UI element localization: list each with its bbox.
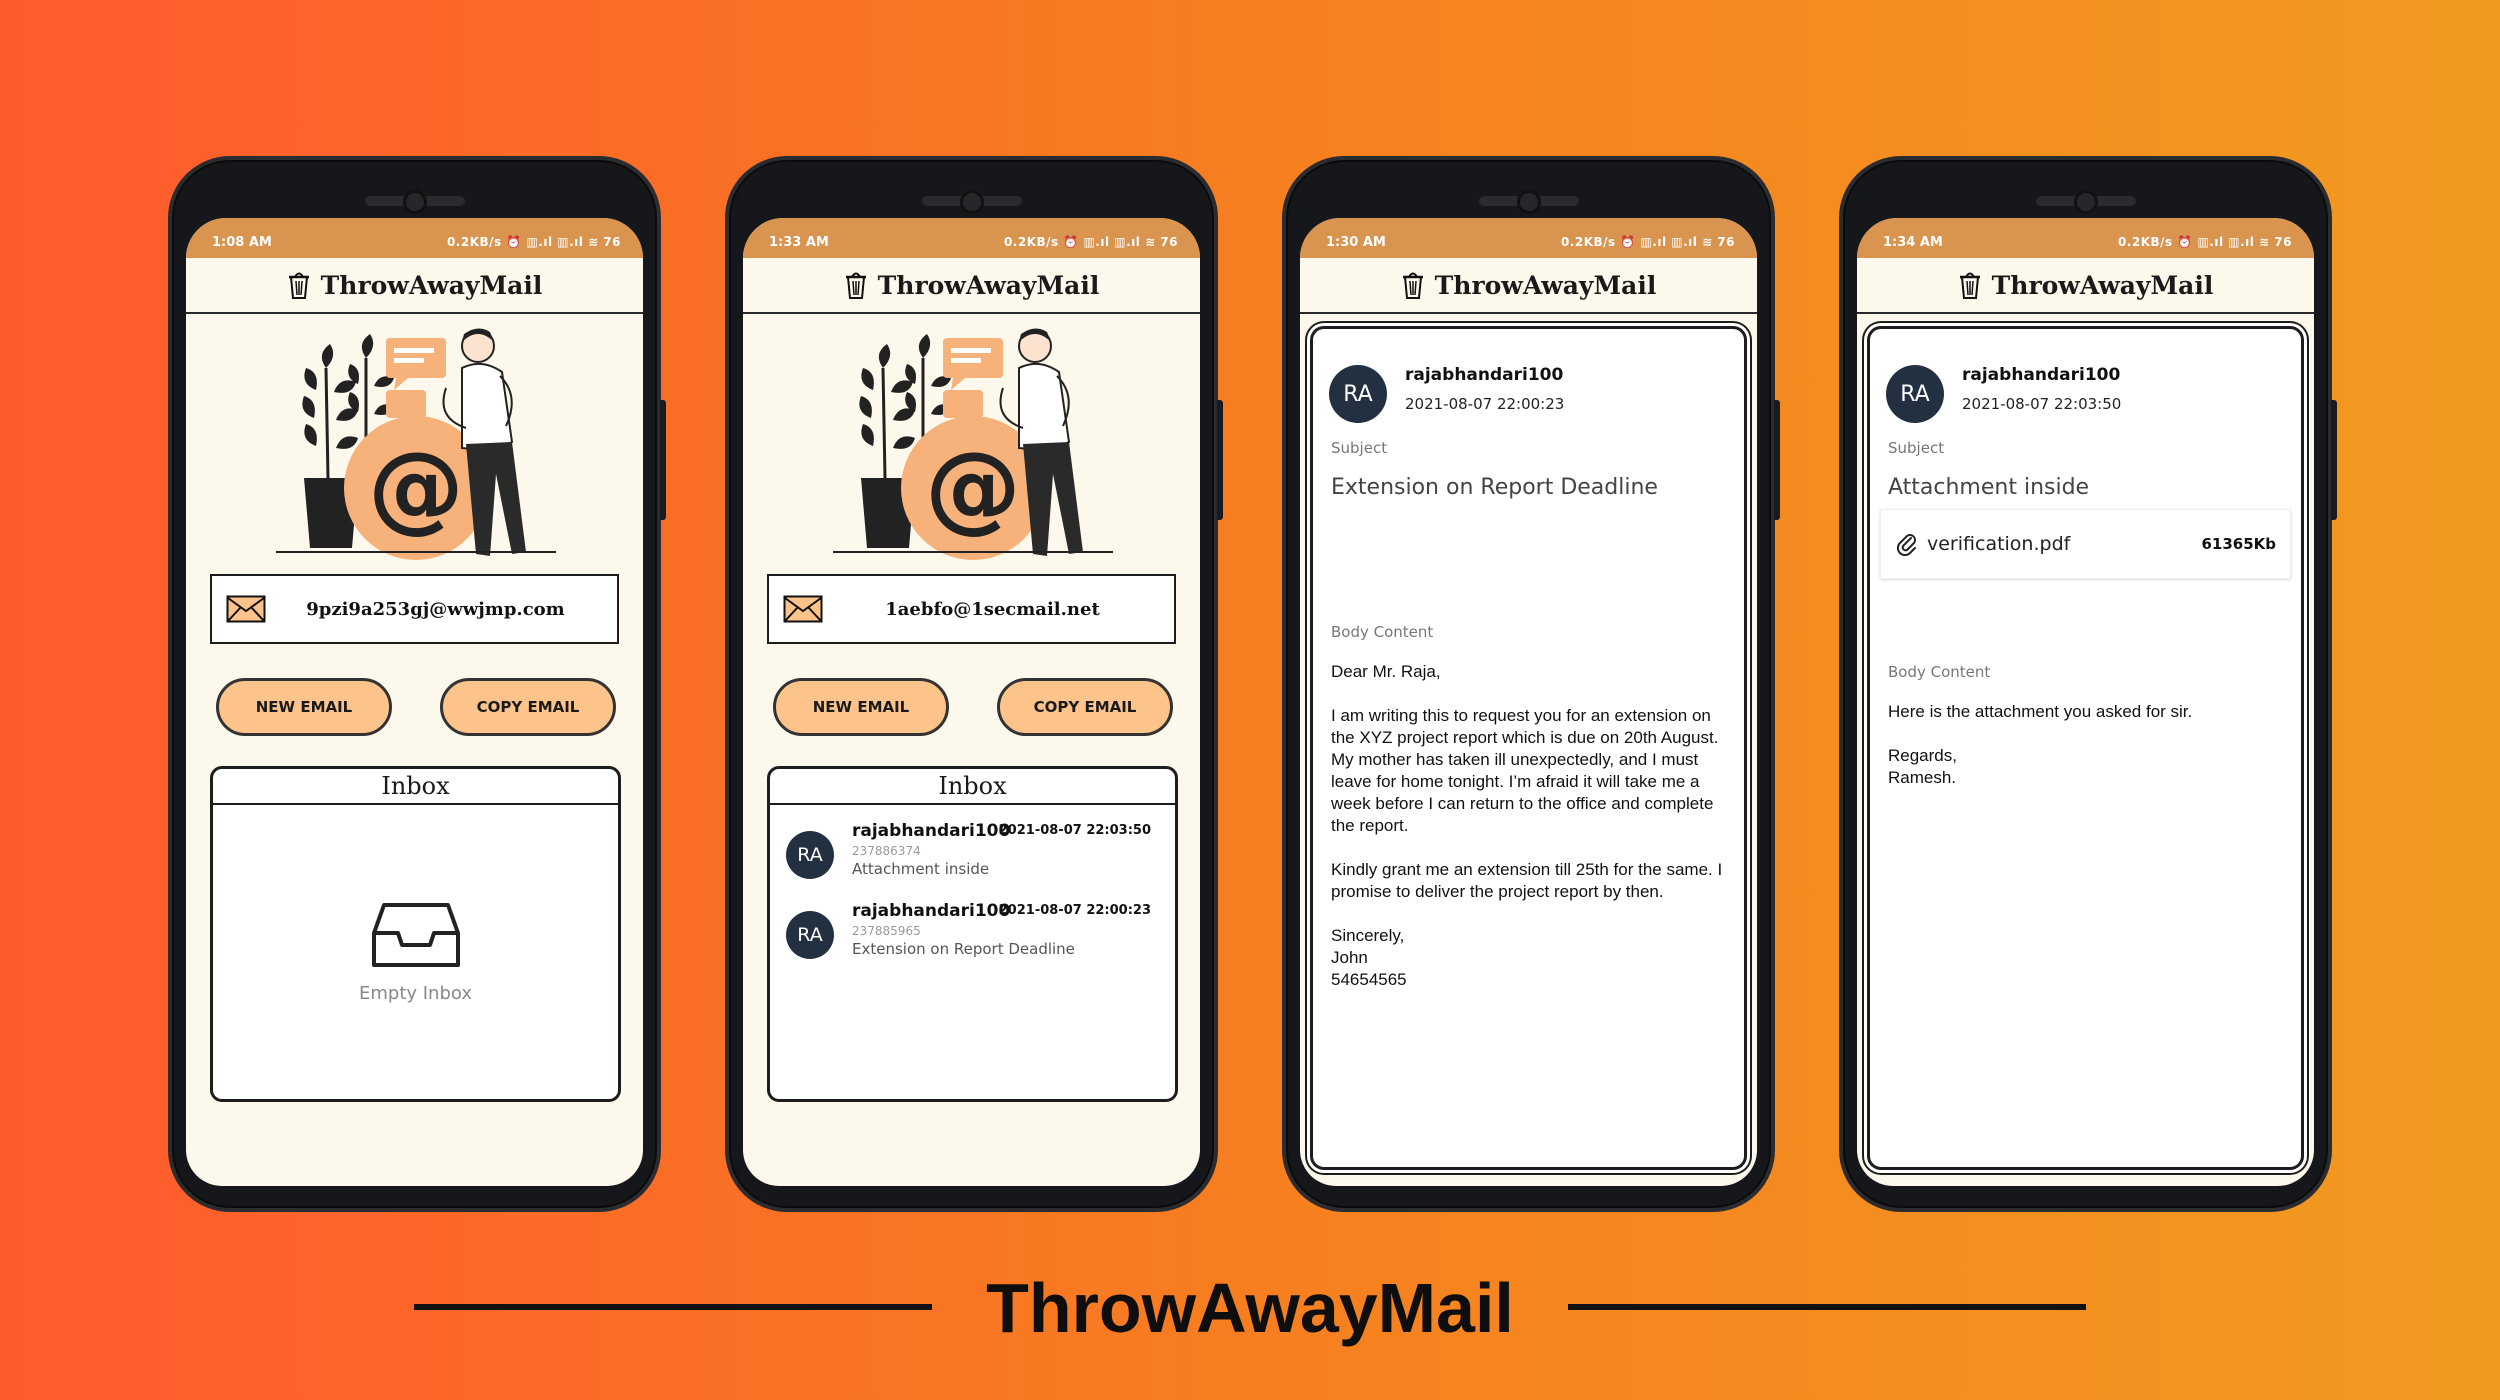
mail-illustration-art — [823, 328, 1123, 568]
inbox-message-row[interactable]: RA rajabhandari100 2021-08-07 22:03:50 2… — [786, 821, 1161, 887]
mail-illustration-art — [266, 328, 566, 568]
status-bar: 1:08 AM 0.2KB/s ⏰ ▥.ıl ▥.ıl ≋ 76 — [186, 218, 643, 258]
new-email-button[interactable]: NEW EMAIL — [216, 678, 392, 736]
message-date: 2021-08-07 22:03:50 — [998, 823, 1151, 838]
phone-3: 1:30 AM 0.2KB/s ⏰ ▥.ıl ▥.ıl ≋ 76 ThrowAw… — [1282, 156, 1780, 1212]
phone-2: 1:33 AM 0.2KB/s ⏰ ▥.ıl ▥.ıl ≋ 76 ThrowAw… — [725, 156, 1223, 1212]
app-bar: ThrowAwayMail — [1857, 258, 2314, 314]
app-title: ThrowAwayMail — [877, 270, 1100, 300]
message-datetime: 2021-08-07 22:03:50 — [1962, 395, 2122, 413]
avatar: RA — [786, 911, 834, 959]
app-title: ThrowAwayMail — [1991, 270, 2214, 300]
phone-camera — [402, 190, 427, 214]
subject-label: Subject — [1888, 439, 1945, 457]
trash-bin-icon — [287, 271, 311, 299]
inbox-panel: Inbox Empty Inbox — [210, 766, 621, 1102]
app-title: ThrowAwayMail — [1434, 270, 1657, 300]
message-subject: Extension on Report Deadline — [1331, 475, 1658, 500]
inbox-tray-icon — [371, 903, 460, 967]
empty-inbox-text: Empty Inbox — [358, 983, 473, 1004]
message-date: 2021-08-07 22:00:23 — [998, 903, 1151, 918]
status-bar: 1:30 AM 0.2KB/s ⏰ ▥.ıl ▥.ıl ≋ 76 — [1300, 218, 1757, 258]
status-time: 1:33 AM — [769, 234, 829, 250]
status-indicators: 0.2KB/s ⏰ ▥.ıl ▥.ıl ≋ 76 — [2117, 235, 2292, 249]
phone-camera — [1516, 190, 1541, 214]
message-sender: rajabhandari100 — [1405, 365, 1564, 385]
status-indicators: 0.2KB/s ⏰ ▥.ıl ▥.ıl ≋ 76 — [1003, 235, 1178, 249]
status-bar: 1:33 AM 0.2KB/s ⏰ ▥.ıl ▥.ıl ≋ 76 — [743, 218, 1200, 258]
app-bar: ThrowAwayMail — [1300, 258, 1757, 314]
phone-side-button — [2331, 400, 2337, 520]
status-bar: 1:34 AM 0.2KB/s ⏰ ▥.ıl ▥.ıl ≋ 76 — [1857, 218, 2314, 258]
screen-message-attachment: 1:34 AM 0.2KB/s ⏰ ▥.ıl ▥.ıl ≋ 76 ThrowAw… — [1857, 218, 2314, 1186]
message-sender: rajabhandari100 — [1962, 365, 2121, 385]
body-label: Body Content — [1331, 623, 1434, 641]
status-time: 1:08 AM — [212, 234, 272, 250]
mail-illustration — [743, 314, 1200, 572]
message-body: Here is the attachment you asked for sir… — [1888, 702, 2193, 787]
message-sender: rajabhandari100 — [852, 821, 1011, 841]
envelope-icon — [783, 595, 823, 623]
message-subject: Attachment inside — [852, 860, 990, 878]
app-bar: ThrowAwayMail — [186, 258, 643, 314]
inbox-message-row[interactable]: RA rajabhandari100 2021-08-07 22:00:23 2… — [786, 901, 1161, 967]
status-time: 1:30 AM — [1326, 234, 1386, 250]
new-email-button[interactable]: NEW EMAIL — [773, 678, 949, 736]
inbox-title: Inbox — [770, 769, 1175, 805]
trash-bin-icon — [1401, 271, 1425, 299]
app-title: ThrowAwayMail — [320, 270, 543, 300]
attachment-item[interactable]: verification.pdf 61365Kb — [1880, 509, 2291, 579]
avatar: RA — [786, 831, 834, 879]
attachment-size: 61365Kb — [2201, 535, 2276, 553]
message-subject: Attachment inside — [1888, 475, 2090, 500]
status-indicators: 0.2KB/s ⏰ ▥.ıl ▥.ıl ≋ 76 — [1560, 235, 1735, 249]
phone-4: 1:34 AM 0.2KB/s ⏰ ▥.ıl ▥.ıl ≋ 76 ThrowAw… — [1839, 156, 2337, 1212]
message-card: RA rajabhandari100 2021-08-07 22:00:23 S… — [1310, 326, 1747, 1170]
phone-camera — [959, 190, 984, 214]
email-address: 1aebfo@1secmail.net — [885, 598, 1100, 620]
paperclip-icon — [1896, 534, 1916, 556]
app-bar: ThrowAwayMail — [743, 258, 1200, 314]
body-label: Body Content — [1888, 663, 1991, 681]
screen-home-inbox: 1:33 AM 0.2KB/s ⏰ ▥.ıl ▥.ıl ≋ 76 ThrowAw… — [743, 218, 1200, 1186]
envelope-icon — [226, 595, 266, 623]
message-datetime: 2021-08-07 22:00:23 — [1405, 395, 1565, 413]
copy-email-button[interactable]: COPY EMAIL — [997, 678, 1173, 736]
email-address-field[interactable]: 1aebfo@1secmail.net — [767, 574, 1176, 644]
phone-side-button — [1217, 400, 1223, 520]
avatar: RA — [1886, 365, 1944, 423]
message-sender: rajabhandari100 — [852, 901, 1011, 921]
phone-side-button — [660, 400, 666, 520]
email-address: 9pzi9a253gj@wwjmp.com — [306, 598, 565, 620]
mail-illustration — [186, 314, 643, 572]
copy-email-button[interactable]: COPY EMAIL — [440, 678, 616, 736]
trash-bin-icon — [844, 271, 868, 299]
message-id: 237885965 — [852, 924, 921, 938]
status-indicators: 0.2KB/s ⏰ ▥.ıl ▥.ıl ≋ 76 — [446, 235, 621, 249]
attachment-name: verification.pdf — [1927, 533, 2071, 555]
avatar: RA — [1329, 365, 1387, 423]
message-card: RA rajabhandari100 2021-08-07 22:03:50 S… — [1867, 326, 2304, 1170]
footer-title: ThrowAwayMail — [986, 1269, 1514, 1347]
empty-inbox-state: Empty Inbox — [213, 901, 618, 1004]
message-id: 237886374 — [852, 844, 921, 858]
subject-label: Subject — [1331, 439, 1388, 457]
message-subject: Extension on Report Deadline — [852, 940, 1075, 958]
trash-bin-icon — [1958, 271, 1982, 299]
screen-message-detail: 1:30 AM 0.2KB/s ⏰ ▥.ıl ▥.ıl ≋ 76 ThrowAw… — [1300, 218, 1757, 1186]
message-body: Dear Mr. Raja, I am writing this to requ… — [1331, 662, 1723, 989]
screen-home-empty: 1:08 AM 0.2KB/s ⏰ ▥.ıl ▥.ıl ≋ 76 ThrowAw… — [186, 218, 643, 1186]
phone-side-button — [1774, 400, 1780, 520]
phone-1: 1:08 AM 0.2KB/s ⏰ ▥.ıl ▥.ıl ≋ 76 ThrowAw… — [168, 156, 666, 1212]
email-address-field[interactable]: 9pzi9a253gj@wwjmp.com — [210, 574, 619, 644]
status-time: 1:34 AM — [1883, 234, 1943, 250]
inbox-title: Inbox — [213, 769, 618, 805]
phone-camera — [2073, 190, 2098, 214]
inbox-panel: Inbox RA rajabhandari100 2021-08-07 22:0… — [767, 766, 1178, 1102]
